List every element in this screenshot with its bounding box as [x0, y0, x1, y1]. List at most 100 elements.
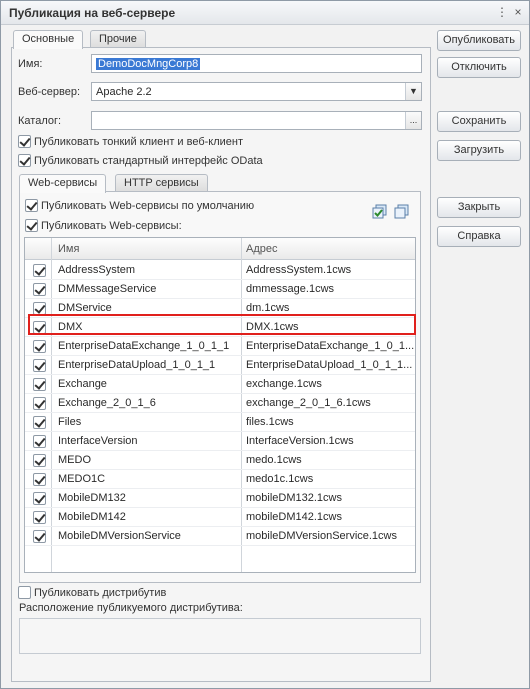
row-name: Exchange_2_0_1_6 — [58, 397, 156, 409]
name-field[interactable]: DemoDocMngCorp8 — [91, 54, 422, 73]
row-name: InterfaceVersion — [58, 435, 138, 447]
odata-label: Публиковать стандартный интерфейс OData — [34, 155, 263, 167]
load-button[interactable]: Загрузить — [437, 140, 521, 161]
row-address: DMX.1cws — [246, 321, 299, 333]
row-checkbox[interactable] — [33, 321, 46, 334]
ws-default-label: Публиковать Web-сервисы по умолчанию — [41, 200, 255, 212]
disable-button[interactable]: Отключить — [437, 57, 521, 78]
row-checkbox[interactable] — [33, 492, 46, 505]
row-checkbox[interactable] — [33, 397, 46, 410]
row-checkbox[interactable] — [33, 416, 46, 429]
odata-checkbox[interactable] — [18, 154, 31, 167]
row-checkbox[interactable] — [33, 302, 46, 315]
catalog-label: Каталог: — [18, 115, 62, 127]
table-row[interactable]: MobileDM132 mobileDM132.1cws — [25, 489, 415, 508]
row-address: dm.1cws — [246, 302, 290, 314]
help-button[interactable]: Справка — [437, 226, 521, 247]
ws-publish-checkbox[interactable] — [25, 219, 38, 232]
row-address: InterfaceVersion.1cws — [246, 435, 354, 447]
table-row[interactable]: Files files.1cws — [25, 413, 415, 432]
close-icon[interactable]: × — [511, 5, 525, 19]
menu-icon[interactable]: ⋮ — [495, 5, 509, 19]
row-name: MobileDM142 — [58, 511, 126, 523]
server-label: Веб-сервер: — [18, 86, 81, 98]
table-row[interactable]: Exchange exchange.1cws — [25, 375, 415, 394]
row-checkbox[interactable] — [33, 378, 46, 391]
chevron-down-icon[interactable]: ▼ — [405, 83, 421, 100]
row-name: MobileDMVersionService — [58, 530, 181, 542]
table-header: Имя Адрес — [25, 238, 415, 260]
row-name: MEDO1C — [58, 473, 106, 485]
row-checkbox[interactable] — [33, 530, 46, 543]
row-name: Files — [58, 416, 82, 428]
row-checkbox[interactable] — [33, 264, 46, 277]
row-name: DMMessageService — [58, 283, 157, 295]
row-name: MEDO — [58, 454, 91, 466]
server-value: Apache 2.2 — [96, 86, 152, 98]
name-label: Имя: — [18, 58, 43, 70]
name-value: DemoDocMngCorp8 — [96, 58, 201, 70]
row-address: EnterpriseDataExchange_1_0_1... — [246, 340, 415, 352]
row-address: exchange_2_0_1_6.1cws — [246, 397, 371, 409]
row-address: AddressSystem.1cws — [246, 264, 352, 276]
tab-http-services[interactable]: HTTP сервисы — [115, 174, 208, 192]
row-checkbox[interactable] — [33, 511, 46, 524]
window-title: Публикация на веб-сервере — [9, 6, 176, 20]
row-name: EnterpriseDataUpload_1_0_1_1 — [58, 359, 216, 371]
web-services-table[interactable]: Имя Адрес AddressSystem AddressSystem.1cw… — [24, 237, 416, 573]
row-checkbox[interactable] — [33, 359, 46, 372]
thin-client-label: Публиковать тонкий клиент и веб-клиент — [34, 136, 244, 148]
table-row[interactable]: Exchange_2_0_1_6 exchange_2_0_1_6.1cws — [25, 394, 415, 413]
row-address: files.1cws — [246, 416, 294, 428]
publish-dialog: Публикация на веб-сервере ⋮ × Основные П… — [0, 0, 530, 689]
table-row[interactable]: EnterpriseDataUpload_1_0_1_1 EnterpriseDa… — [25, 356, 415, 375]
row-checkbox[interactable] — [33, 473, 46, 486]
row-checkbox[interactable] — [33, 283, 46, 296]
ws-default-checkbox[interactable] — [25, 199, 38, 212]
distrib-location-field[interactable] — [19, 618, 421, 654]
title-bar: Публикация на веб-сервере ⋮ × — [1, 1, 529, 25]
table-row[interactable]: MobileDM142 mobileDM142.1cws — [25, 508, 415, 527]
catalog-field[interactable]: ... — [91, 111, 422, 130]
close-button[interactable]: Закрыть — [437, 197, 521, 218]
distrib-location-label: Расположение публикуемого дистрибутива: — [19, 602, 243, 614]
table-row[interactable]: InterfaceVersion InterfaceVersion.1cws — [25, 432, 415, 451]
table-row[interactable]: MEDO medo.1cws — [25, 451, 415, 470]
table-row[interactable]: MEDO1C medo1c.1cws — [25, 470, 415, 489]
row-name: Exchange — [58, 378, 107, 390]
browse-button[interactable]: ... — [405, 112, 421, 129]
row-checkbox[interactable] — [33, 340, 46, 353]
row-address: exchange.1cws — [246, 378, 322, 390]
server-select[interactable]: Apache 2.2 ▼ — [91, 82, 422, 101]
table-row[interactable]: DMX DMX.1cws — [25, 318, 415, 337]
row-address: medo1c.1cws — [246, 473, 314, 485]
row-address: dmmessage.1cws — [246, 283, 335, 295]
row-checkbox[interactable] — [33, 454, 46, 467]
table-row[interactable]: MobileDMVersionService mobileDMVersionSer… — [25, 527, 415, 546]
table-row[interactable]: AddressSystem AddressSystem.1cws — [25, 261, 415, 280]
col-name-header[interactable]: Имя — [58, 243, 79, 255]
table-row[interactable]: DMMessageService dmmessage.1cws — [25, 280, 415, 299]
tab-web-services[interactable]: Web-сервисы — [19, 174, 107, 193]
row-address: EnterpriseDataUpload_1_0_1_1... — [246, 359, 413, 371]
row-address: mobileDM132.1cws — [246, 492, 342, 504]
distrib-checkbox[interactable] — [18, 586, 31, 599]
publish-button[interactable]: Опубликовать — [437, 30, 521, 51]
thin-client-checkbox[interactable] — [18, 135, 31, 148]
table-row[interactable]: DMService dm.1cws — [25, 299, 415, 318]
tab-main[interactable]: Основные — [13, 30, 84, 49]
ws-publish-label: Публиковать Web-сервисы: — [41, 220, 182, 232]
row-name: MobileDM132 — [58, 492, 126, 504]
row-address: medo.1cws — [246, 454, 302, 466]
row-name: DMService — [58, 302, 112, 314]
col-address-header[interactable]: Адрес — [246, 243, 278, 255]
save-button[interactable]: Сохранить — [437, 111, 521, 132]
row-address: mobileDMVersionService.1cws — [246, 530, 397, 542]
row-name: AddressSystem — [58, 264, 136, 276]
table-row[interactable]: EnterpriseDataExchange_1_0_1_1 Enterprise… — [25, 337, 415, 356]
tab-other[interactable]: Прочие — [90, 30, 146, 48]
uncheck-all-icon[interactable] — [394, 203, 410, 219]
check-all-icon[interactable] — [372, 203, 388, 219]
row-checkbox[interactable] — [33, 435, 46, 448]
row-name: EnterpriseDataExchange_1_0_1_1 — [58, 340, 230, 352]
